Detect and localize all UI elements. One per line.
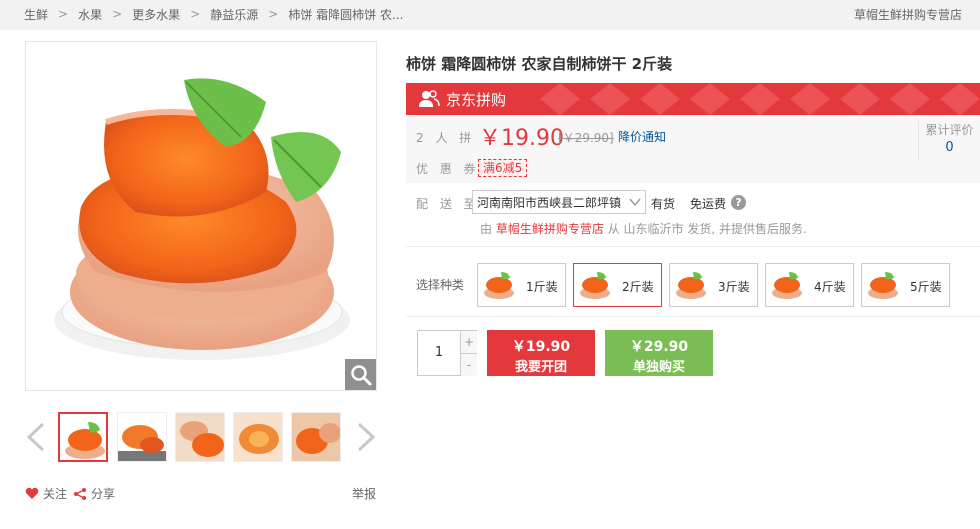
- variant-thumbnail: [481, 267, 517, 303]
- quantity-stepper: 1 + -: [417, 330, 477, 376]
- quantity-input[interactable]: 1: [418, 345, 460, 360]
- variant-option-2[interactable]: 2斤装: [573, 263, 662, 307]
- thumbnail-3[interactable]: [175, 412, 225, 462]
- divider: [406, 316, 980, 317]
- heart-icon: [25, 487, 39, 499]
- variant-label: 选择种类: [416, 278, 465, 292]
- breadcrumb-item-fruit[interactable]: 水果: [78, 6, 102, 23]
- breadcrumb-bar: 生鲜 > 水果 > 更多水果 > 静益乐源 > 柿饼 霜降圆柿饼 农... 草帽…: [0, 0, 980, 30]
- group-buy-label: 我要开团: [514, 360, 567, 375]
- share-label: 分享: [91, 487, 116, 501]
- variant-option-1[interactable]: 1斤装: [477, 263, 566, 307]
- follow-label: 关注: [43, 487, 68, 501]
- variant-option-3[interactable]: 3斤装: [669, 263, 758, 307]
- zoom-button[interactable]: [345, 359, 376, 390]
- review-summary[interactable]: 累计评价 0: [918, 121, 980, 161]
- breadcrumb-item-fresh[interactable]: 生鲜: [24, 6, 48, 23]
- product-actions: 关注 分享 举报: [25, 485, 377, 503]
- quantity-increase-button[interactable]: +: [460, 331, 477, 354]
- follow-button[interactable]: 关注: [25, 485, 67, 502]
- variant-option-label: 3斤装: [718, 280, 750, 294]
- users-icon: [419, 90, 440, 107]
- banner-label: 京东拼购: [446, 91, 507, 109]
- chevron-left-icon[interactable]: [25, 422, 47, 452]
- coupon-label: 优 惠 券: [416, 162, 480, 176]
- review-count: 0: [945, 140, 954, 155]
- banner-pattern: [540, 83, 980, 115]
- original-price: [￥29.90]: [558, 131, 614, 145]
- variant-option-label: 4斤装: [814, 280, 846, 294]
- breadcrumb-item-product: 柿饼 霜降圆柿饼 农...: [288, 7, 404, 22]
- quantity-decrease-button[interactable]: -: [460, 354, 477, 376]
- address-value: 河南南阳市西峡县二郎坪镇: [477, 196, 622, 210]
- variant-thumbnail: [673, 267, 709, 303]
- variant-option-4[interactable]: 4斤装: [765, 263, 854, 307]
- variant-thumbnail: [865, 267, 901, 303]
- thumbnail-image: [60, 414, 106, 460]
- divider: [406, 246, 980, 247]
- address-selector[interactable]: 河南南阳市西峡县二郎坪镇: [472, 190, 646, 214]
- thumbnail-image: [118, 413, 166, 461]
- group-size-label: 2 人 拼: [416, 131, 476, 145]
- thumbnail-strip: [25, 410, 377, 466]
- free-shipping-label: 免运费: [690, 197, 727, 211]
- chevron-right-icon[interactable]: [355, 422, 377, 452]
- variant-thumbnail: [769, 267, 805, 303]
- breadcrumb-separator: >: [190, 7, 201, 21]
- breadcrumb-separator: >: [112, 7, 123, 21]
- delivery-label: 配 送 至: [416, 197, 480, 211]
- group-price: ￥19.90: [479, 126, 564, 151]
- price-box: 2 人 拼 ￥19.90 [￥29.90] 降价通知 优 惠 券 满6减5 累计…: [406, 115, 980, 183]
- thumbnail-image: [292, 413, 340, 461]
- breadcrumb-separator: >: [268, 7, 279, 21]
- variant-thumbnail: [577, 267, 613, 303]
- variant-option-5[interactable]: 5斤装: [861, 263, 950, 307]
- ship-prefix: 由: [480, 222, 493, 236]
- breadcrumb: 生鲜 > 水果 > 更多水果 > 静益乐源 > 柿饼 霜降圆柿饼 农...: [24, 6, 403, 22]
- report-link[interactable]: 举报: [352, 485, 376, 502]
- magnifier-icon: [350, 364, 371, 385]
- chevron-down-icon: [629, 198, 641, 207]
- question-icon[interactable]: ?: [731, 195, 746, 210]
- thumbnail-5[interactable]: [291, 412, 341, 462]
- share-icon: [74, 487, 86, 500]
- main-product-image[interactable]: [25, 41, 377, 391]
- price-alert-link[interactable]: 降价通知: [618, 128, 666, 145]
- single-buy-button[interactable]: ￥29.90 单独购买: [605, 330, 713, 376]
- thumbnail-2[interactable]: [117, 412, 167, 462]
- shop-name-link[interactable]: 草帽生鲜拼购专营店: [854, 6, 962, 23]
- single-buy-price: ￥29.90: [629, 339, 689, 355]
- persimmon-image: [54, 78, 350, 360]
- thumbnail-1[interactable]: [58, 412, 108, 462]
- thumbnail-image: [176, 413, 224, 461]
- thumbnail-4[interactable]: [233, 412, 283, 462]
- pingou-banner: 京东拼购: [406, 83, 980, 115]
- breadcrumb-item-brand[interactable]: 静益乐源: [210, 6, 258, 23]
- variant-option-label: 5斤装: [910, 280, 942, 294]
- stock-status: 有货: [651, 197, 676, 211]
- share-button[interactable]: 分享: [73, 485, 115, 502]
- group-buy-button[interactable]: ￥19.90 我要开团: [487, 330, 595, 376]
- breadcrumb-separator: >: [58, 7, 69, 21]
- review-label: 累计评价: [925, 123, 974, 137]
- variant-option-label: 2斤装: [622, 280, 654, 294]
- single-buy-label: 单独购买: [632, 360, 685, 375]
- product-title: 柿饼 霜降圆柿饼 农家自制柿饼干 2斤装: [406, 55, 673, 73]
- ship-suffix: 从 山东临沂市 发货, 并提供售后服务.: [607, 222, 807, 236]
- coupon-badge[interactable]: 满6减5: [478, 159, 528, 177]
- ship-shop-link[interactable]: 草帽生鲜拼购专营店: [496, 222, 604, 236]
- breadcrumb-item-more-fruit[interactable]: 更多水果: [132, 6, 180, 23]
- thumbnail-image: [234, 413, 282, 461]
- shipping-info: 由 草帽生鲜拼购专营店 从 山东临沂市 发货, 并提供售后服务.: [480, 220, 807, 237]
- variant-option-label: 1斤装: [526, 280, 558, 294]
- group-buy-price: ￥19.90: [511, 339, 571, 355]
